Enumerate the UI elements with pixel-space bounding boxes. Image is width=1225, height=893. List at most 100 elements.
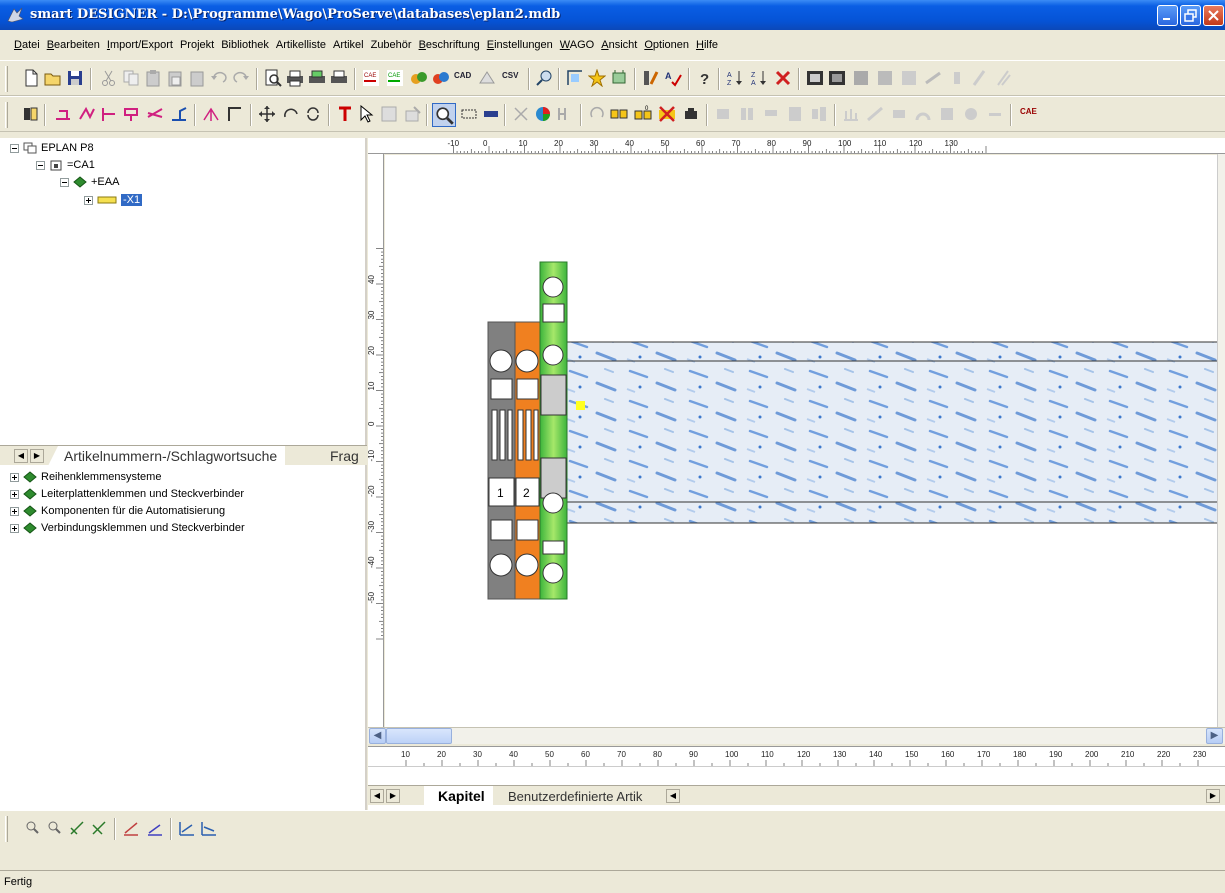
disabled-e-icon[interactable] <box>810 105 828 123</box>
tab-frag[interactable]: Frag <box>318 446 365 466</box>
horizontal-scrollbar[interactable]: ◀ ▶ <box>368 727 1225 744</box>
minimize-button[interactable] <box>1157 5 1178 26</box>
csv-button[interactable]: CSV <box>502 71 518 80</box>
menu-1[interactable]: Bearbeiten <box>47 30 100 60</box>
properties-icon[interactable] <box>380 105 398 123</box>
draw-a-icon[interactable] <box>68 819 86 837</box>
accessory-icon[interactable] <box>610 69 628 87</box>
tree-item-ca1[interactable]: =CA1 <box>36 157 95 173</box>
grey-tool5-icon[interactable] <box>948 69 966 87</box>
find-icon[interactable] <box>536 69 554 87</box>
tree-item-root[interactable]: EPLAN P8 <box>10 140 94 156</box>
tree-item-x1[interactable]: -X1 <box>84 192 143 208</box>
pointer-icon[interactable] <box>358 105 376 123</box>
menu-8[interactable]: Beschriftung <box>419 30 480 60</box>
draw-b-icon[interactable] <box>90 819 108 837</box>
expand-icon[interactable] <box>10 489 19 499</box>
export-icon[interactable] <box>478 69 496 87</box>
move-icon[interactable] <box>258 105 276 123</box>
disabled-l-icon[interactable] <box>986 105 1004 123</box>
grey-tool1-icon[interactable] <box>852 69 870 87</box>
terminal-insert-icon[interactable] <box>54 105 72 123</box>
edit-marker-icon[interactable] <box>642 69 660 87</box>
terminal-green[interactable] <box>539 261 568 600</box>
tool-pin-icon[interactable] <box>336 105 354 123</box>
menu-3[interactable]: Projekt <box>180 30 214 60</box>
menu-7[interactable]: Zubehör <box>371 30 412 60</box>
expand-icon[interactable] <box>84 195 93 205</box>
menu-10[interactable]: WAGO <box>560 30 594 60</box>
jumper-icon[interactable] <box>78 105 96 123</box>
chart-a-icon[interactable] <box>122 819 140 837</box>
cae-button[interactable]: CAE <box>1020 107 1037 116</box>
menu-12[interactable]: Optionen <box>644 30 689 60</box>
grey-cross-icon[interactable] <box>512 105 530 123</box>
grey-tool4-icon[interactable] <box>924 69 942 87</box>
tab-kapitel[interactable]: Kapitel <box>424 786 493 806</box>
print-icon[interactable] <box>286 69 304 87</box>
menu-11[interactable]: Ansicht <box>601 30 637 60</box>
disabled-h-icon[interactable] <box>890 105 908 123</box>
disabled-a-icon[interactable] <box>714 105 732 123</box>
disabled-d-icon[interactable] <box>786 105 804 123</box>
rotate-icon[interactable] <box>282 105 300 123</box>
zoom-rect-icon[interactable] <box>460 105 478 123</box>
disabled-b-icon[interactable] <box>738 105 756 123</box>
tab-next-button[interactable]: ▶ <box>386 789 400 803</box>
spellcheck-icon[interactable]: A <box>664 69 682 87</box>
collapse-icon[interactable] <box>10 143 19 153</box>
chart-b-icon[interactable] <box>146 819 164 837</box>
draw-line-icon[interactable] <box>202 105 220 123</box>
grey-tool2-icon[interactable] <box>876 69 894 87</box>
terminal-orange[interactable] <box>514 321 541 600</box>
connector-icon[interactable] <box>170 105 188 123</box>
inspect-icon[interactable] <box>404 105 422 123</box>
save-icon[interactable] <box>66 69 84 87</box>
redo-icon[interactable] <box>232 69 250 87</box>
open-folder-icon[interactable] <box>44 69 62 87</box>
delete-icon[interactable] <box>774 69 792 87</box>
catalog-item[interactable]: Reihenklemmensysteme <box>10 469 161 485</box>
transfer2-icon[interactable] <box>432 69 450 87</box>
terminal-grey[interactable] <box>487 321 516 600</box>
menu-0[interactable]: Datei <box>14 30 40 60</box>
paste-icon[interactable] <box>144 69 162 87</box>
split-icon[interactable] <box>556 105 574 123</box>
zoom-fit-icon[interactable] <box>482 105 500 123</box>
disabled-f-icon[interactable] <box>842 105 860 123</box>
tab-scroll-left[interactable]: ◀ <box>666 789 680 803</box>
disabled-g-icon[interactable] <box>866 105 884 123</box>
close-button[interactable] <box>1203 5 1224 26</box>
paste-link-icon[interactable] <box>188 69 206 87</box>
toolbar-grip[interactable] <box>5 66 8 92</box>
paste-special-icon[interactable] <box>166 69 184 87</box>
drawing-canvas[interactable]: 1 2 <box>385 155 1217 727</box>
menu-9[interactable]: Einstellungen <box>487 30 553 60</box>
cad-button[interactable]: CAD <box>454 71 471 80</box>
rail-icon[interactable] <box>22 105 40 123</box>
menu-5[interactable]: Artikelliste <box>276 30 326 60</box>
draw-rect-icon[interactable] <box>226 105 244 123</box>
cae-export-icon[interactable]: CAE <box>362 69 380 87</box>
maximize-button[interactable] <box>1180 5 1201 26</box>
menu-6[interactable]: Artikel <box>333 30 364 60</box>
catalog-item[interactable]: Verbindungsklemmen und Steckverbinder <box>10 520 245 536</box>
catalog-item[interactable]: Leiterplattenklemmen und Steckverbinder <box>10 486 244 502</box>
tab-scroll-right[interactable]: ▶ <box>1206 789 1220 803</box>
print-preview-icon[interactable] <box>264 69 282 87</box>
collapse-icon[interactable] <box>36 160 45 170</box>
disabled-k-icon[interactable] <box>962 105 980 123</box>
terminal-block-icon[interactable] <box>682 105 700 123</box>
vertical-scrollbar[interactable] <box>1217 154 1225 727</box>
db-icon[interactable] <box>610 105 628 123</box>
disabled-i-icon[interactable] <box>914 105 932 123</box>
tab-next-button[interactable]: ▶ <box>30 449 44 463</box>
measure-icon[interactable] <box>566 69 584 87</box>
scroll-thumb[interactable] <box>386 728 452 744</box>
selection-marker[interactable] <box>576 401 585 410</box>
view-window2-icon[interactable] <box>828 69 846 87</box>
expand-icon[interactable] <box>10 523 19 533</box>
mirror-icon[interactable] <box>304 105 322 123</box>
refresh-icon[interactable] <box>588 105 606 123</box>
grey-tool6-icon[interactable] <box>970 69 988 87</box>
